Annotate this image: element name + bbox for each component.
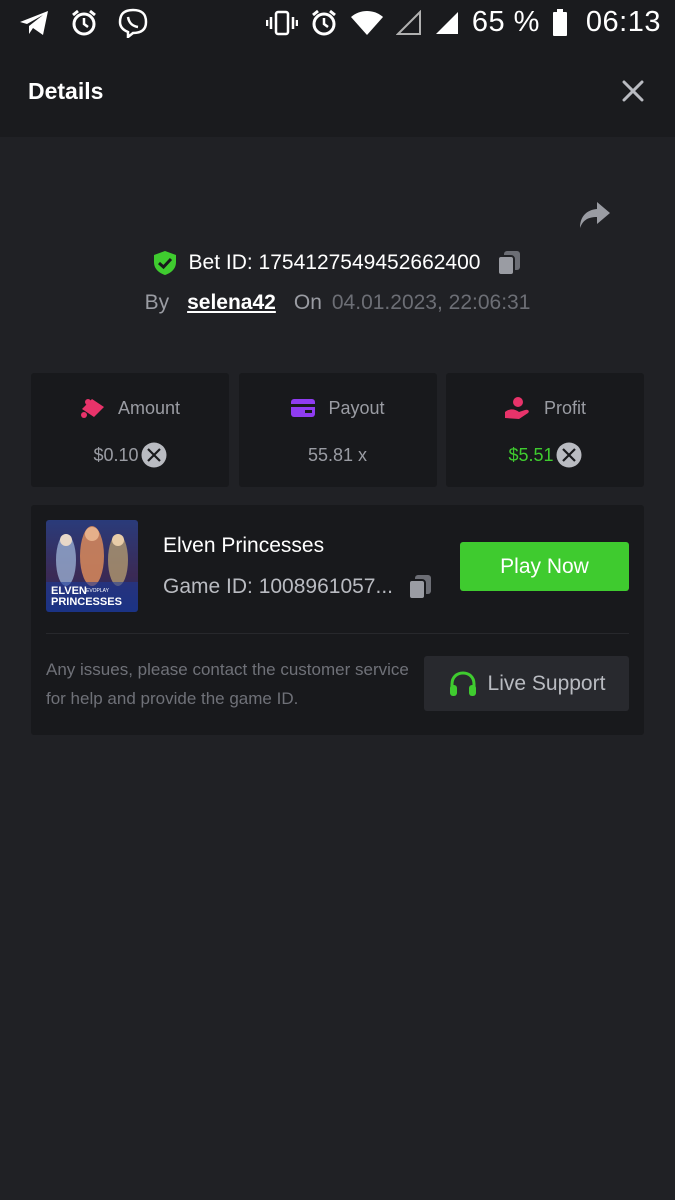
bet-id: Bet ID: 1754127549452662400 — [188, 251, 481, 274]
copy-icon[interactable] — [407, 573, 433, 601]
thumb-title-line2: PRINCESSES — [51, 596, 122, 608]
profit-value: $5.51 — [508, 444, 554, 465]
wallet-icon — [291, 399, 316, 417]
close-button[interactable] — [619, 77, 647, 105]
divider — [46, 633, 629, 634]
amount-value: $0.10 — [93, 444, 139, 465]
viber-icon — [118, 8, 148, 38]
game-name: Elven Princesses — [163, 534, 325, 557]
amount-card: Amount $0.10 — [31, 373, 229, 487]
game-thumbnail[interactable]: ELVEN EVOPLAY PRINCESSES — [46, 520, 138, 612]
alarm-icon — [310, 9, 338, 37]
bet-meta-row: By selena42 On 04.01.2023, 22:06:31 — [0, 286, 675, 320]
profit-hand-icon — [504, 397, 529, 419]
live-support-button[interactable]: Live Support — [424, 656, 629, 711]
amount-icon — [80, 399, 104, 418]
currency-coin-icon — [141, 442, 167, 468]
game-id: Game ID: 1008961057... — [163, 575, 393, 598]
battery-percent: 65 % — [471, 6, 540, 38]
bet-stats: Amount $0.10 Payout 55.81 x Profit $5.51 — [31, 373, 644, 487]
status-bar-left — [18, 8, 168, 38]
support-notice: Any issues, please contact the customer … — [46, 660, 409, 708]
battery-icon — [552, 8, 568, 37]
signal-empty-icon — [395, 9, 422, 36]
page-title: Details — [28, 77, 104, 104]
copy-icon[interactable] — [496, 249, 522, 277]
profit-label: Profit — [543, 397, 586, 418]
thumb-brand: EVOPLAY — [86, 588, 110, 594]
telegram-icon — [18, 9, 50, 37]
close-icon — [622, 80, 644, 102]
details-header: Details — [0, 45, 675, 137]
wifi-icon — [350, 10, 384, 36]
status-bar-right: 65 % 06:13 — [254, 6, 661, 39]
on-label: On — [293, 291, 322, 314]
bet-id-row: Bet ID: 1754127549452662400 — [0, 244, 675, 282]
bet-datetime: 04.01.2023, 22:06:31 — [331, 291, 531, 314]
live-support-label: Live Support — [487, 671, 606, 695]
game-id-row: Game ID: 1008961057... — [163, 573, 433, 601]
headset-icon — [449, 670, 476, 696]
play-now-button[interactable]: Play Now — [460, 542, 629, 591]
share-button[interactable] — [578, 200, 612, 232]
share-icon — [580, 202, 610, 228]
status-bar: 65 % 06:13 — [0, 0, 675, 45]
clock: 06:13 — [585, 6, 661, 38]
by-label: By — [144, 291, 170, 314]
verified-shield-icon — [153, 251, 176, 275]
profit-card: Profit $5.51 — [446, 373, 644, 487]
payout-value: 55.81 x — [307, 444, 368, 465]
payout-card: Payout 55.81 x — [238, 373, 437, 487]
vibrate-icon — [265, 9, 298, 37]
signal-icon — [434, 10, 460, 36]
alarm-icon — [70, 9, 98, 37]
game-card: ELVEN EVOPLAY PRINCESSES Elven Princesse… — [31, 505, 644, 735]
amount-label: Amount — [117, 397, 181, 418]
currency-coin-icon — [556, 442, 582, 468]
payout-label: Payout — [328, 397, 385, 418]
username-link[interactable]: selena42 — [187, 291, 276, 315]
